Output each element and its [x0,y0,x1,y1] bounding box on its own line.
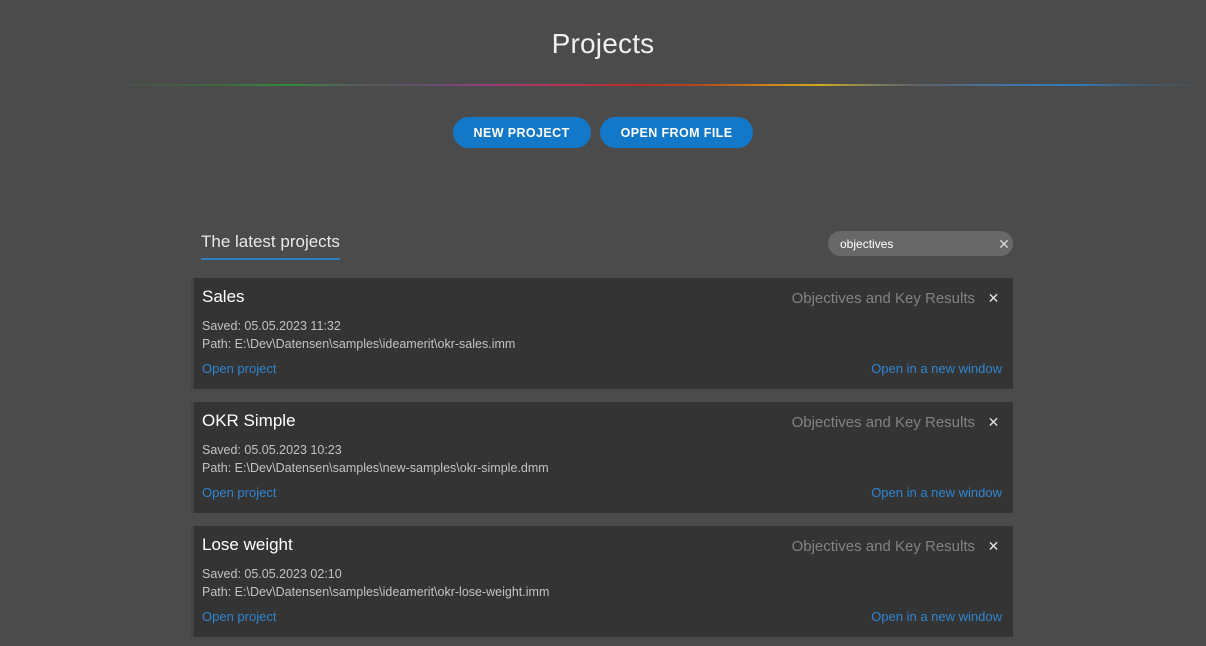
search-input[interactable] [840,231,995,256]
latest-projects-header: The latest projects ✕ [201,231,1013,262]
open-in-new-window-link[interactable]: Open in a new window [871,485,1002,500]
projects-start-page: Projects NEW PROJECT OPEN FROM FILE The … [0,0,1206,646]
action-button-row: NEW PROJECT OPEN FROM FILE [0,117,1206,148]
search-clear-icon[interactable]: ✕ [995,235,1013,253]
new-project-button[interactable]: NEW PROJECT [452,117,591,148]
project-saved: Saved: 05.05.2023 10:23 [202,443,342,457]
project-meta: Saved: 05.05.2023 02:10 Path: E:\Dev\Dat… [202,565,549,601]
project-name: OKR Simple [202,411,296,430]
project-card[interactable]: Sales Objectives and Key Results ✕ Saved… [191,278,1013,389]
project-name: Lose weight [202,535,293,554]
open-project-link[interactable]: Open project [202,485,276,500]
project-meta: Saved: 05.05.2023 11:32 Path: E:\Dev\Dat… [202,317,515,353]
project-path: Path: E:\Dev\Datensen\samples\new-sample… [202,461,549,475]
section-title: The latest projects [201,232,340,251]
project-type: Objectives and Key Results [791,290,975,307]
project-saved: Saved: 05.05.2023 02:10 [202,567,342,581]
project-type: Objectives and Key Results [791,414,975,431]
project-card-header: Lose weight Objectives and Key Results ✕ [202,535,1002,561]
project-card[interactable]: OKR Simple Objectives and Key Results ✕ … [191,402,1013,513]
page-title: Projects [551,28,655,59]
open-from-file-button[interactable]: OPEN FROM FILE [599,117,754,148]
close-icon[interactable]: ✕ [985,289,1002,306]
close-icon[interactable]: ✕ [985,413,1002,430]
project-meta: Saved: 05.05.2023 10:23 Path: E:\Dev\Dat… [202,441,549,477]
project-path: Path: E:\Dev\Datensen\samples\ideamerit\… [202,585,550,599]
rainbow-divider [0,84,1206,86]
close-icon[interactable]: ✕ [985,537,1002,554]
project-card-header: OKR Simple Objectives and Key Results ✕ [202,411,1002,437]
project-name: Sales [202,287,245,306]
project-card[interactable]: Lose weight Objectives and Key Results ✕… [191,526,1013,637]
project-path: Path: E:\Dev\Datensen\samples\ideamerit\… [202,337,516,351]
project-links: Open project Open in a new window [202,609,1002,627]
open-project-link[interactable]: Open project [202,361,276,376]
search-box[interactable]: ✕ [828,231,1013,256]
open-in-new-window-link[interactable]: Open in a new window [871,361,1002,376]
project-saved: Saved: 05.05.2023 11:32 [202,319,341,333]
open-in-new-window-link[interactable]: Open in a new window [871,609,1002,624]
project-list: Sales Objectives and Key Results ✕ Saved… [191,278,1013,646]
project-type: Objectives and Key Results [791,538,975,555]
project-card-header: Sales Objectives and Key Results ✕ [202,287,1002,313]
project-links: Open project Open in a new window [202,361,1002,379]
open-project-link[interactable]: Open project [202,609,276,624]
section-underline [201,258,340,260]
project-links: Open project Open in a new window [202,485,1002,503]
